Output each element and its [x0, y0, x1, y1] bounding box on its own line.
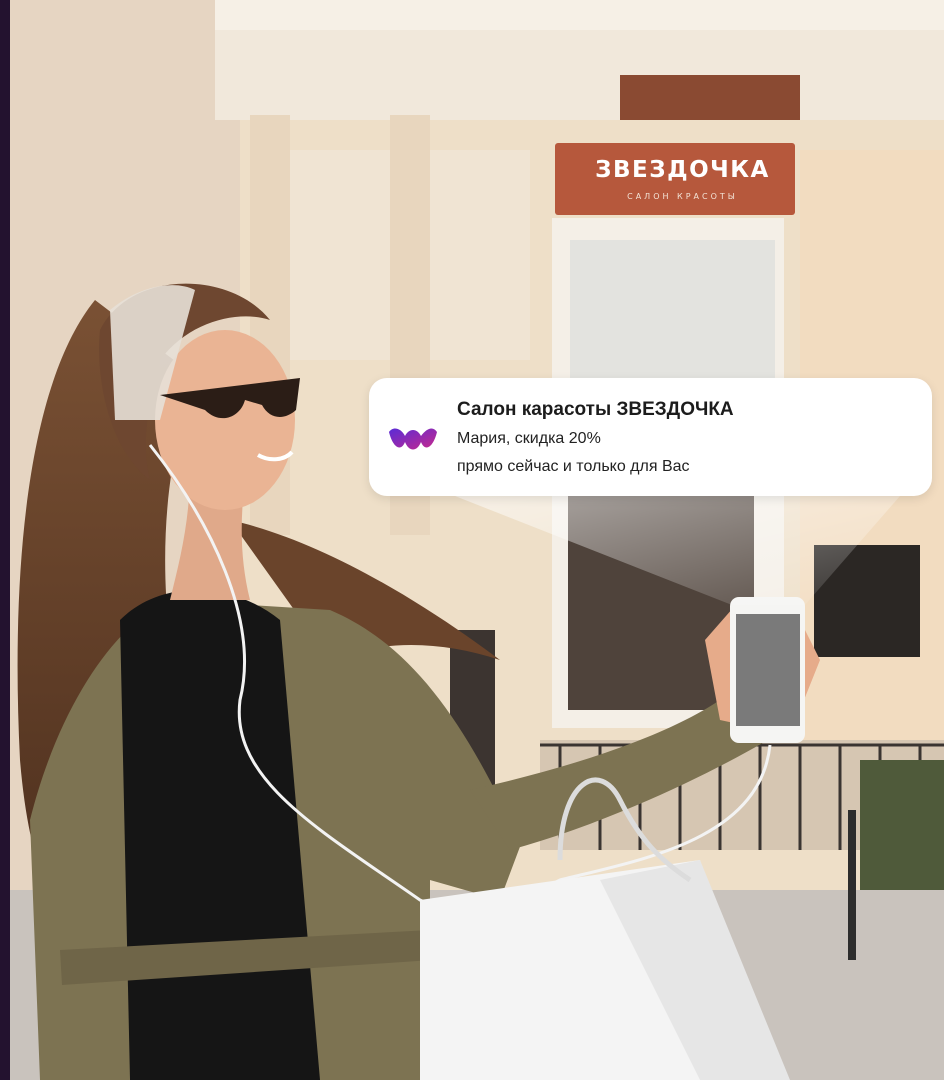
smartphone-screen: [736, 614, 800, 726]
push-notification[interactable]: Салон карасоты ЗВЕЗДОЧКА Мария, скидка 2…: [369, 378, 932, 496]
left-edge-strip: [0, 0, 10, 1080]
notification-message-line1: Мария, скидка 20%: [457, 430, 601, 447]
arch-ornament-2: [430, 150, 530, 360]
notification-message-line2: прямо сейчас и только для Вас: [457, 458, 690, 475]
shop-sign-name: ЗВЕЗДОЧКА: [595, 157, 770, 183]
street-scene: [0, 0, 944, 1080]
upper-window: [620, 75, 800, 120]
cornice: [215, 0, 944, 30]
app-logo-icon: [389, 428, 437, 450]
shop-sign-subtitle: САЛОН КРАСОТЫ: [627, 192, 738, 201]
cornice-band: [215, 30, 944, 120]
notification-title: Салон карасоты ЗВЕЗДОЧКА: [457, 399, 734, 420]
street-post: [848, 810, 856, 960]
shop-window-blind: [570, 240, 775, 385]
planter: [860, 760, 944, 890]
arch-ornament: [290, 150, 390, 360]
